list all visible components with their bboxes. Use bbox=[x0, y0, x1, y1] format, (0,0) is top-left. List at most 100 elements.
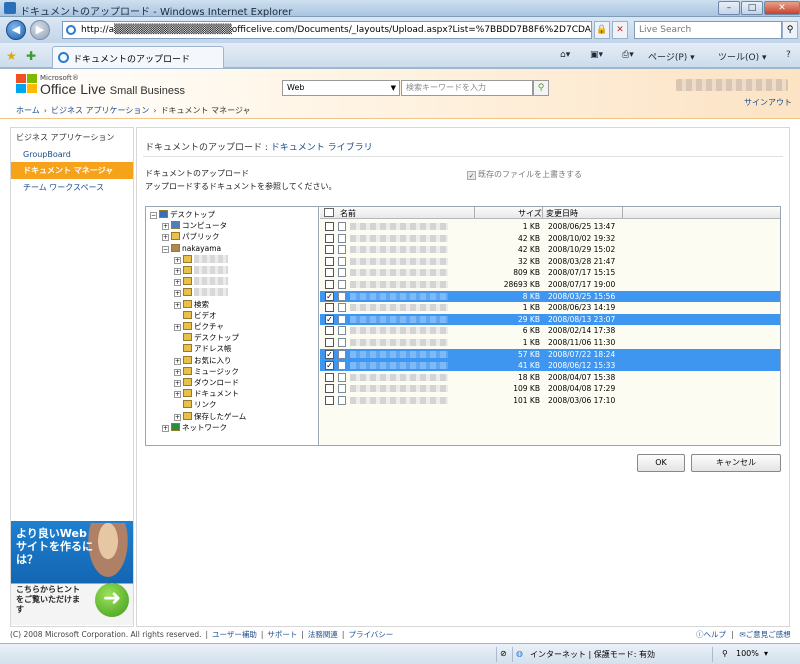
tree-node[interactable]: + bbox=[174, 276, 228, 287]
forward-button[interactable]: ▶ bbox=[30, 20, 50, 40]
security-zone-text[interactable]: インターネット | 保護モード: 有効 bbox=[530, 649, 655, 660]
tree-node[interactable]: + bbox=[174, 265, 228, 276]
column-divider[interactable] bbox=[622, 207, 623, 218]
column-header-modified[interactable]: 変更日時 bbox=[546, 208, 578, 219]
tree-node[interactable]: + 保存したゲーム bbox=[174, 411, 246, 422]
collapse-icon[interactable]: − bbox=[162, 245, 169, 253]
expand-icon[interactable]: + bbox=[174, 380, 181, 387]
popup-blocked-icon[interactable]: ⊘ bbox=[500, 649, 507, 658]
expand-icon[interactable]: + bbox=[174, 357, 181, 365]
office-live-logo[interactable]: Office Live Small Business bbox=[40, 81, 185, 97]
breadcrumb-apps[interactable]: ビジネス アプリケーション bbox=[51, 106, 149, 115]
tree-node[interactable]: + bbox=[174, 287, 228, 298]
collapse-icon[interactable]: − bbox=[150, 212, 157, 219]
tree-node[interactable]: + 検索 bbox=[174, 299, 209, 310]
promo-banner[interactable]: より良いWebサイトを作るには？ こちらからヒントをご覧いただけます ➜ bbox=[11, 521, 133, 625]
file-checkbox[interactable] bbox=[325, 396, 334, 405]
address-input[interactable]: http://a▒▒▒▒▒▒▒▒▒▒▒▒▒▒▒▒▒officelive.com/… bbox=[62, 21, 592, 39]
library-link[interactable]: ドキュメント ライブラリ bbox=[271, 143, 373, 153]
expand-icon[interactable]: + bbox=[174, 290, 181, 298]
maximize-button[interactable]: □ bbox=[741, 1, 763, 15]
file-row[interactable]: 6 KB 2008/02/14 17:38 bbox=[320, 325, 780, 336]
footer-link-privacy[interactable]: プライバシー bbox=[348, 630, 393, 639]
file-row[interactable]: 42 KB 2008/10/29 15:02 bbox=[320, 244, 780, 255]
overwrite-checkbox[interactable]: ✓ bbox=[467, 171, 476, 180]
expand-icon[interactable]: + bbox=[162, 223, 169, 231]
expand-icon[interactable]: + bbox=[174, 301, 181, 309]
sidebar-item-team-workspace[interactable]: チーム ワークスペース bbox=[11, 179, 133, 196]
close-window-button[interactable]: ✕ bbox=[764, 1, 800, 15]
file-row[interactable]: ✓ 57 KB 2008/07/22 18:24 bbox=[320, 348, 780, 360]
tree-node[interactable]: − nakayama bbox=[162, 243, 221, 254]
help-icon[interactable]: ? bbox=[786, 50, 791, 60]
file-checkbox[interactable] bbox=[325, 303, 334, 313]
file-row[interactable]: 32 KB 2008/03/28 21:47 bbox=[320, 256, 780, 267]
footer-link-legal[interactable]: 法務関連 bbox=[308, 630, 338, 639]
file-checkbox[interactable] bbox=[325, 326, 334, 336]
expand-icon[interactable]: + bbox=[174, 256, 181, 264]
expand-icon[interactable]: + bbox=[174, 268, 181, 275]
tree-node[interactable]: + コンピュータ bbox=[162, 220, 227, 231]
file-checkbox[interactable] bbox=[325, 268, 334, 278]
add-favorite-icon[interactable]: ✚ bbox=[26, 49, 36, 63]
tree-node[interactable]: + ピクチャ bbox=[174, 321, 224, 332]
column-divider[interactable] bbox=[542, 207, 543, 218]
select-all-checkbox[interactable] bbox=[324, 208, 334, 217]
file-row[interactable]: 18 KB 2008/04/07 15:38 bbox=[320, 372, 780, 383]
footer-help-link[interactable]: ヘルプ bbox=[704, 630, 727, 639]
column-header-name[interactable]: 名前 bbox=[340, 208, 356, 219]
tree-node[interactable]: リンク bbox=[174, 399, 217, 410]
file-row[interactable]: 1 KB 2008/11/06 11:30 bbox=[320, 337, 780, 348]
tree-node[interactable]: + ドキュメント bbox=[174, 388, 239, 399]
expand-icon[interactable]: + bbox=[174, 413, 181, 421]
tab-upload[interactable]: ドキュメントのアップロード bbox=[52, 46, 224, 68]
stop-icon[interactable]: ✕ bbox=[612, 21, 628, 39]
home-icon[interactable]: ⌂▾ bbox=[560, 50, 570, 60]
file-row[interactable]: 809 KB 2008/07/17 15:15 bbox=[320, 267, 780, 278]
file-row[interactable]: 109 KB 2008/04/08 17:29 bbox=[320, 383, 780, 394]
cancel-button[interactable]: キャンセル bbox=[691, 454, 781, 472]
tree-node[interactable]: + bbox=[174, 254, 228, 265]
expand-icon[interactable]: + bbox=[174, 279, 181, 287]
tree-node[interactable]: アドレス帳 bbox=[174, 343, 232, 354]
search-icon[interactable]: ⚲ bbox=[782, 21, 798, 39]
footer-link-accessibility[interactable]: ユーザー補助 bbox=[212, 630, 257, 639]
tree-node[interactable]: + ネットワーク bbox=[162, 422, 227, 433]
tree-node[interactable]: ビデオ bbox=[174, 310, 217, 321]
expand-icon[interactable]: + bbox=[174, 391, 181, 399]
file-row[interactable]: 1 KB 2008/06/25 13:47 bbox=[320, 221, 780, 232]
lock-icon[interactable]: 🔒 bbox=[594, 21, 610, 39]
zoom-icon[interactable]: ⚲ bbox=[722, 649, 728, 658]
file-row[interactable]: ✓ 8 KB 2008/03/25 15:56 bbox=[320, 290, 780, 302]
zoom-chevron-down-icon[interactable]: ▾ bbox=[764, 649, 768, 658]
file-row[interactable]: 42 KB 2008/10/02 19:32 bbox=[320, 233, 780, 244]
live-search-input[interactable]: Live Search bbox=[634, 21, 782, 39]
breadcrumb-home[interactable]: ホーム bbox=[16, 106, 40, 115]
file-checkbox[interactable]: ✓ bbox=[325, 361, 334, 371]
expand-icon[interactable]: + bbox=[162, 424, 169, 432]
search-go-icon[interactable]: ⚲ bbox=[533, 80, 549, 96]
footer-link-support[interactable]: サポート bbox=[267, 630, 297, 639]
minimize-button[interactable]: – bbox=[718, 1, 740, 15]
file-checkbox[interactable]: ✓ bbox=[325, 314, 334, 324]
tree-node[interactable]: + ミュージック bbox=[174, 366, 239, 377]
print-icon[interactable]: ⎙▾ bbox=[622, 50, 634, 60]
ok-button[interactable]: OK bbox=[637, 454, 685, 472]
site-search-input[interactable]: 検索キーワードを入力 bbox=[401, 80, 533, 96]
file-checkbox[interactable] bbox=[325, 222, 334, 231]
sidebar-heading[interactable]: ビジネス アプリケーション bbox=[11, 128, 133, 147]
zoom-level[interactable]: 100% bbox=[736, 649, 759, 658]
page-menu[interactable]: ページ(P) ▾ bbox=[648, 50, 695, 63]
sidebar-item-document-manager[interactable]: ドキュメント マネージャ bbox=[11, 162, 133, 179]
file-checkbox[interactable]: ✓ bbox=[325, 291, 334, 301]
footer-feedback-link[interactable]: ご意見ご感想 bbox=[746, 630, 791, 639]
file-checkbox[interactable] bbox=[325, 280, 334, 289]
file-checkbox[interactable] bbox=[325, 338, 334, 347]
file-row[interactable]: ✓ 29 KB 2008/08/13 23:07 bbox=[320, 313, 780, 325]
tree-node[interactable]: + パブリック bbox=[162, 231, 220, 242]
signout-link[interactable]: サインアウト bbox=[744, 97, 792, 108]
tree-node[interactable]: デスクトップ bbox=[174, 332, 239, 343]
column-header-size[interactable]: サイズ bbox=[518, 208, 542, 219]
tree-node[interactable]: + ダウンロード bbox=[174, 377, 239, 388]
file-checkbox[interactable] bbox=[325, 256, 334, 266]
